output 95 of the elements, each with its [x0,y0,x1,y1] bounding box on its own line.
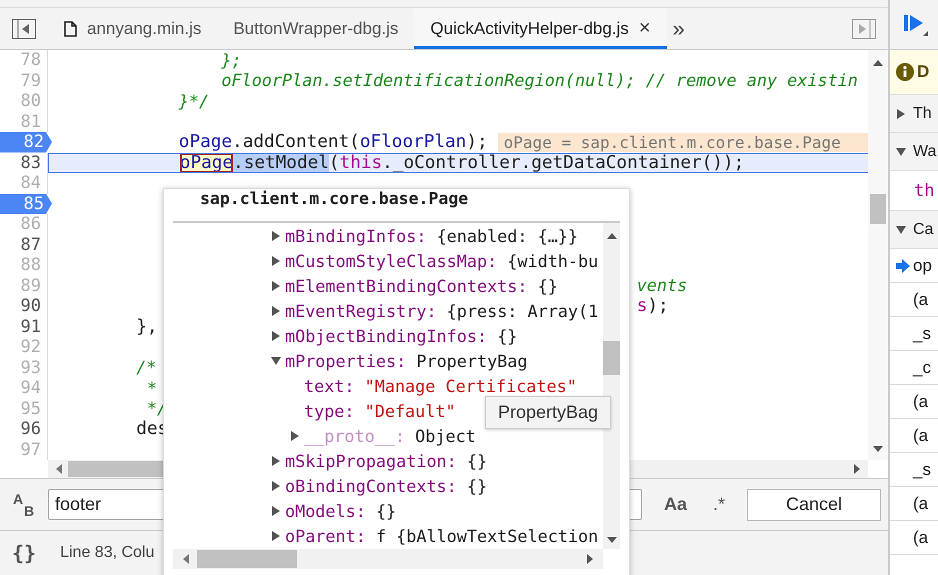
tooltip: PropertyBag [485,396,612,429]
expand-triangle-icon[interactable] [271,506,281,516]
line-number[interactable]: 96 [0,419,48,440]
call-stack-frame[interactable]: op [913,256,932,276]
cursor-position: Line 83, Colu [60,544,154,562]
expand-triangle-icon[interactable] [271,256,281,266]
expand-triangle-icon[interactable] [271,306,281,316]
section-header[interactable]: Th [913,104,932,122]
match-case-button[interactable]: Aa [660,492,692,517]
scroll-up-icon[interactable] [606,231,616,241]
call-stack-frame[interactable]: (a [913,290,928,310]
property-text: mCustomStyleClassMap: {width-bu [285,250,598,270]
code-line: * [146,378,157,398]
expand-triangle-icon[interactable] [271,530,281,540]
call-stack-row[interactable]: _s [890,453,938,487]
info-icon [896,63,914,81]
scroll-left-icon[interactable] [181,554,191,564]
property-text: mObjectBindingInfos: {} [285,326,518,346]
call-stack-row[interactable]: (a [890,487,938,521]
popover-title: sap.client.m.core.base.Page [173,189,620,223]
close-tab-button[interactable]: × [638,17,650,40]
expand-triangle-icon[interactable] [290,430,300,440]
expand-triangle-icon[interactable] [271,230,281,240]
call-stack-frame[interactable]: _s [913,460,931,480]
call-stack-frame[interactable]: (a [913,392,928,412]
file-icon [64,20,77,36]
file-tab[interactable]: ButtonWrapper-dbg.js [217,8,414,49]
sidebar-toggle-icon[interactable] [852,18,876,38]
line-number[interactable]: 90 [0,296,48,316]
expand-triangle-icon[interactable] [896,224,906,234]
scroll-down-icon[interactable] [873,444,883,454]
current-frame-arrow-icon [896,258,910,272]
code-line: }*/ [178,91,210,112]
call-stack-frame[interactable]: (a [913,426,928,446]
paused-notice: D [917,62,930,82]
property-text: __proto__: Object [304,426,476,446]
more-tabs-button[interactable]: » [672,16,685,42]
expand-triangle-icon[interactable] [896,108,906,118]
property-text: mEventRegistry: {press: Array(1 [285,300,598,320]
expand-triangle-icon[interactable] [271,356,281,366]
property-text: mElementBindingContexts: {} [285,276,558,296]
call-stack-frame[interactable]: (a [913,494,928,514]
expand-triangle-icon[interactable] [271,280,281,290]
inline-value: oPage = sap.client.m.core.base.Page [498,132,868,152]
line-number[interactable]: 87 [0,234,48,255]
scroll-left-icon[interactable] [54,464,64,474]
call-stack-frame[interactable]: (a [913,528,928,548]
scroll-right-icon[interactable] [852,464,862,474]
call-stack-row[interactable]: _s [890,317,938,351]
property-text: oParent: f {bAllowTextSelection [285,526,598,546]
code-line: oPage.addContent(oFloorPlan); [178,132,488,152]
line-number[interactable]: 91 [0,316,48,337]
code-line: }; [221,50,242,70]
watch-expression: th [914,180,934,200]
property-text: oBindingContexts: {} [285,476,488,496]
file-tab[interactable]: annyang.min.js [48,8,218,49]
file-tab[interactable]: QuickActivityHelper-dbg.js × [414,8,666,49]
call-stack-frame[interactable]: _c [913,358,931,378]
call-stack-row[interactable]: (a [890,385,938,419]
expand-triangle-icon[interactable] [271,330,281,340]
code-line: oFloorPlan.setIdentificationRegion(null); // remove any existin [221,70,858,91]
replace-toggle-icon[interactable]: A B [12,490,38,518]
call-stack-row[interactable]: (a [890,419,938,453]
property-text: mSkipPropagation: {} [285,450,488,470]
scroll-down-icon[interactable] [606,535,616,545]
vertical-scrollbar[interactable] [603,223,620,549]
call-stack-frame[interactable]: _s [913,324,931,344]
vertical-scrollbar[interactable] [868,50,888,460]
cancel-button[interactable]: Cancel [747,488,882,520]
property-text: mProperties: PropertyBag [285,350,528,370]
scrollbar-thumb[interactable] [197,550,297,568]
scrollbar-thumb[interactable] [603,341,620,375]
code-line: vents [636,276,688,296]
scroll-up-icon[interactable] [873,58,883,68]
property-text: type: "Default" [304,400,456,420]
expand-triangle-icon[interactable] [271,456,281,466]
call-stack-row[interactable]: (a [890,521,938,555]
expand-triangle-icon[interactable] [896,146,906,156]
call-stack-row[interactable]: op [890,249,938,283]
sidebar-toggle-icon[interactable] [12,18,36,38]
code-line: /* [136,358,156,378]
expand-triangle-icon[interactable] [271,480,281,490]
property-text: mBindingInfos: {enabled: {…}} [285,226,578,246]
property-text: text: "Manage Certificates" [304,376,577,396]
scrollbar-thumb[interactable] [870,194,886,224]
call-stack-row[interactable]: _c [890,351,938,385]
pretty-print-button[interactable]: {} [12,541,36,565]
property-text: oModels: {} [285,500,396,520]
regex-button[interactable]: .* [709,492,730,517]
horizontal-scrollbar[interactable] [173,549,603,569]
resume-icon[interactable] [903,12,929,36]
call-stack-row[interactable]: (a [890,283,938,317]
scroll-right-icon[interactable] [585,554,595,564]
code-line: }, [136,316,158,337]
code-line: s); [636,296,669,316]
